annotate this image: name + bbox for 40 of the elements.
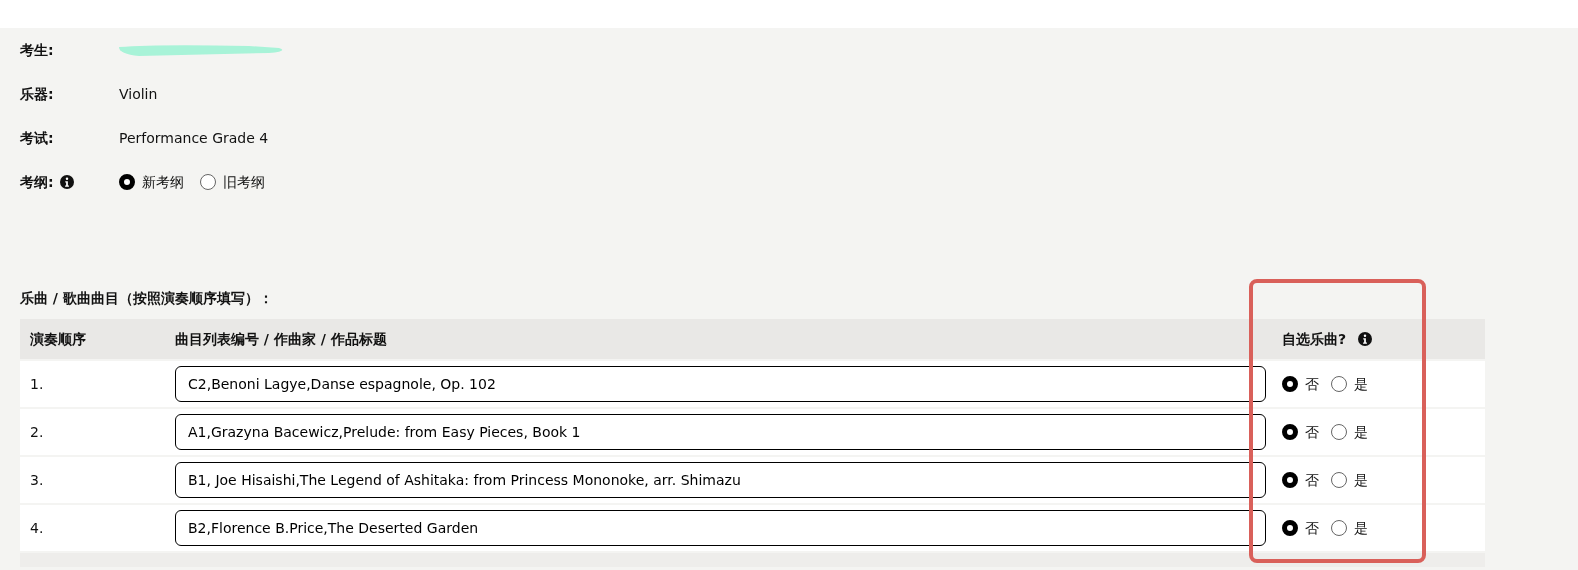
radio-button[interactable] bbox=[1282, 472, 1298, 488]
field-label: 考生: bbox=[20, 40, 54, 60]
radio-option[interactable]: 否 bbox=[1282, 373, 1319, 395]
section-title: 乐曲 / 歌曲曲目（按照演奏顺序填写）： bbox=[20, 289, 274, 308]
field-value: Violin bbox=[119, 84, 158, 104]
radio-option[interactable]: 旧考纲 bbox=[200, 171, 265, 193]
radio-button[interactable] bbox=[1282, 376, 1298, 392]
order-number: 1. bbox=[30, 375, 44, 392]
radio-option[interactable]: 否 bbox=[1282, 469, 1319, 491]
piece-input[interactable]: B1, Joe Hisaishi,The Legend of Ashitaka: from Princess Mononoke, arr. Shimazu bbox=[175, 462, 1266, 498]
column-header: 演奏顺序 bbox=[30, 330, 86, 347]
info-icon[interactable] bbox=[1358, 332, 1373, 346]
radio-option[interactable]: 是 bbox=[1331, 373, 1368, 395]
radio-button[interactable] bbox=[1331, 472, 1347, 488]
column-header: 自选乐曲? bbox=[1282, 329, 1347, 349]
radio-option[interactable]: 否 bbox=[1282, 421, 1319, 443]
radio-button[interactable] bbox=[1282, 520, 1298, 536]
radio-button[interactable] bbox=[1282, 424, 1298, 440]
radio-button[interactable] bbox=[119, 174, 135, 190]
radio-option[interactable]: 新考纲 bbox=[119, 171, 184, 193]
radio-button[interactable] bbox=[1331, 424, 1347, 440]
info-icon[interactable] bbox=[59, 175, 74, 189]
radio-button[interactable] bbox=[1331, 520, 1347, 536]
field-label: 乐器: bbox=[20, 84, 54, 104]
field-label: 考纲: bbox=[20, 172, 54, 192]
radio-option[interactable]: 是 bbox=[1331, 421, 1368, 443]
order-number: 2. bbox=[30, 423, 44, 440]
radio-button[interactable] bbox=[200, 174, 216, 190]
piece-input[interactable]: A1,Grazyna Bacewicz,Prelude: from Easy Pieces, Book 1 bbox=[175, 414, 1266, 450]
radio-button[interactable] bbox=[1331, 376, 1347, 392]
field-value: Performance Grade 4 bbox=[119, 128, 269, 148]
order-number: 3. bbox=[30, 471, 44, 488]
radio-option[interactable]: 是 bbox=[1331, 517, 1368, 539]
field-label: 考试: bbox=[20, 128, 54, 148]
order-number: 4. bbox=[30, 519, 44, 536]
column-header: 曲目列表编号 / 作曲家 / 作品标题 bbox=[175, 330, 387, 347]
radio-option[interactable]: 是 bbox=[1331, 469, 1368, 491]
piece-input[interactable]: C2,Benoni Lagye,Danse espagnole, Op. 102 bbox=[175, 366, 1266, 402]
piece-input[interactable]: B2,Florence B.Price,The Deserted Garden bbox=[175, 510, 1266, 546]
radio-option[interactable]: 否 bbox=[1282, 517, 1319, 539]
